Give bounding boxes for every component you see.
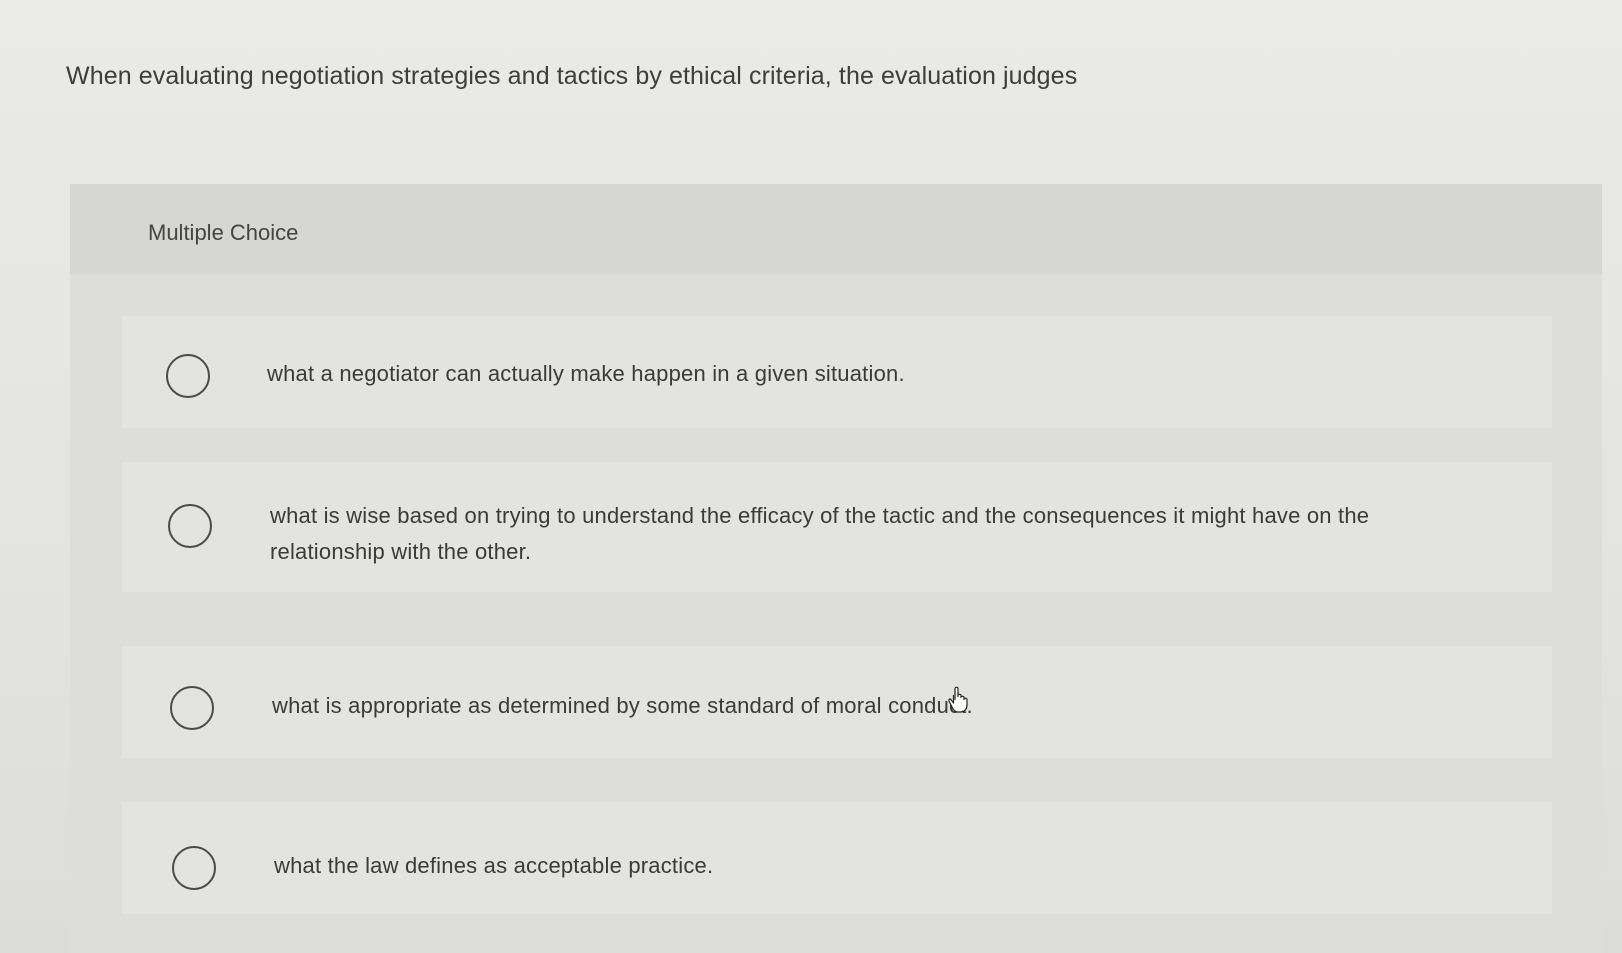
answer-option-2[interactable]: what is wise based on trying to understa… bbox=[122, 462, 1552, 592]
radio-unselected-icon[interactable] bbox=[166, 354, 210, 398]
card-header: Multiple Choice bbox=[70, 184, 1602, 274]
multiple-choice-card: Multiple Choice what a negotiator can ac… bbox=[70, 184, 1602, 953]
answer-option-4-label[interactable]: what the law defines as acceptable pract… bbox=[274, 848, 1474, 884]
page: When evaluating negotiation strategies a… bbox=[0, 0, 1622, 953]
answer-option-1-label[interactable]: what a negotiator can actually make happ… bbox=[267, 356, 1467, 392]
answer-option-1[interactable]: what a negotiator can actually make happ… bbox=[122, 316, 1552, 428]
answer-option-2-label[interactable]: what is wise based on trying to understa… bbox=[270, 498, 1410, 570]
answer-option-4[interactable]: what the law defines as acceptable pract… bbox=[122, 802, 1552, 914]
answer-option-3[interactable]: what is appropriate as determined by som… bbox=[122, 646, 1552, 758]
radio-unselected-icon[interactable] bbox=[168, 504, 212, 548]
question-text: When evaluating negotiation strategies a… bbox=[66, 62, 1078, 90]
radio-unselected-icon[interactable] bbox=[170, 686, 214, 730]
radio-unselected-icon[interactable] bbox=[172, 846, 216, 890]
card-title: Multiple Choice bbox=[148, 220, 299, 245]
answer-option-3-label[interactable]: what is appropriate as determined by som… bbox=[272, 688, 1472, 724]
hand-pointer-icon bbox=[948, 686, 968, 713]
